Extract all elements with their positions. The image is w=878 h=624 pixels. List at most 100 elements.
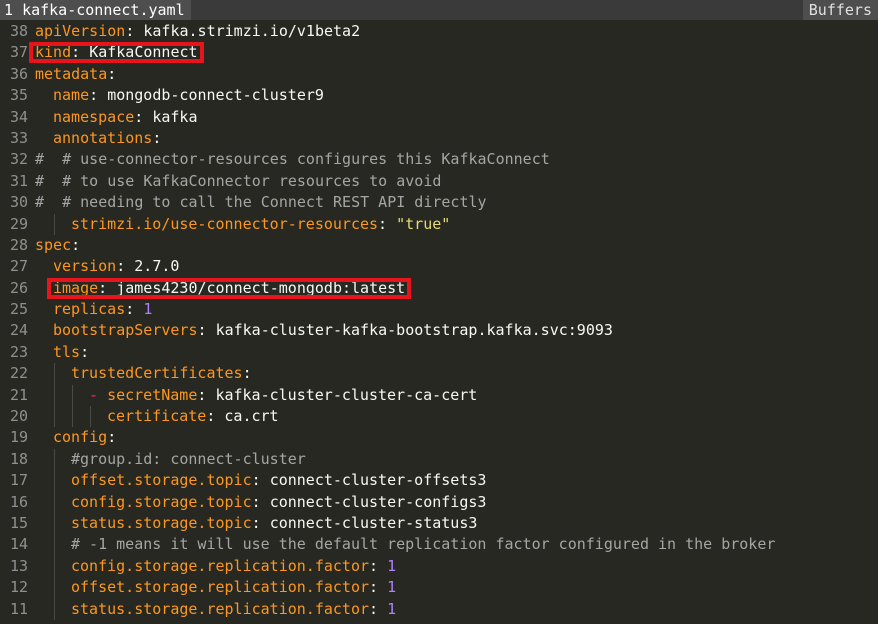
code-content: name: mongodb-connect-cluster9 <box>53 86 324 104</box>
line-number: 36 <box>9 64 28 83</box>
line-number: 38 <box>9 22 28 40</box>
code-line[interactable]: 31 # # to use KafkaConnector resources to… <box>0 171 878 192</box>
code-line[interactable]: 37 kind: KafkaConnect <box>0 42 878 63</box>
code-content: config.storage.replication.factor: 1 <box>71 557 396 575</box>
token-cmt: # -1 means it will use the default repli… <box>71 535 776 554</box>
code-line[interactable]: 29 strimzi.io/use-connector-resources: "t… <box>0 213 878 236</box>
code-line[interactable]: 15 status.storage.topic: connect-cluster-… <box>0 512 878 535</box>
token-punct: : <box>369 556 388 575</box>
code-buffer[interactable]: 38 apiVersion: kafka.strimzi.io/v1beta2 37… <box>0 21 878 621</box>
token-punct: : <box>369 578 388 597</box>
indent-guide <box>53 491 71 514</box>
indent-guide <box>53 555 71 578</box>
code-line[interactable]: 27 version: 2.7.0 <box>0 256 878 277</box>
token-punct: : <box>197 321 216 340</box>
code-content: offset.storage.topic: connect-cluster-of… <box>71 471 486 489</box>
code-line[interactable]: 26 image: james4230/connect-mongodb:lates… <box>0 278 878 299</box>
token-num: 1 <box>387 599 397 618</box>
line-number: 31 <box>9 171 28 190</box>
indent-guide <box>89 406 107 428</box>
indent-guide <box>71 406 89 428</box>
code-content: spec: <box>35 236 80 254</box>
code-line[interactable]: 20 certificate: ca.crt <box>0 406 878 428</box>
code-line[interactable]: 23 tls: <box>0 342 878 363</box>
token-val: KafkaConnect <box>89 43 198 62</box>
code-content: apiVersion: kafka.strimzi.io/v1beta2 <box>35 22 360 40</box>
code-text: config.storage.replication.factor: 1 <box>35 555 396 578</box>
indent-guide <box>35 278 53 299</box>
code-content: bootstrapServers: kafka-cluster-kafka-bo… <box>53 321 613 339</box>
indent-guide <box>35 449 53 470</box>
token-key: spec <box>35 235 72 254</box>
token-punct: : <box>206 407 225 426</box>
token-punct: : <box>197 385 216 404</box>
tab-kafka-connect-yaml[interactable]: 1 kafka-connect.yaml <box>0 0 191 20</box>
token-val: james4230/connect-mongodb:latest <box>116 278 406 297</box>
code-content: metadata: <box>35 65 116 83</box>
code-content: certificate: ca.crt <box>107 407 279 425</box>
indent-guide <box>35 385 53 406</box>
code-line[interactable]: 18 #group.id: connect-cluster <box>0 448 878 471</box>
code-content: #group.id: connect-cluster <box>71 450 306 468</box>
token-val: kafka-cluster-kafka-bootstrap.kafka.svc:… <box>215 321 613 340</box>
token-cmt: # # to use KafkaConnector resources to a… <box>35 171 442 190</box>
code-line[interactable]: 13 config.storage.replication.factor: 1 <box>0 555 878 578</box>
token-cmt: # # use-connector-resources configures t… <box>35 150 550 169</box>
indent-guide <box>53 363 71 386</box>
code-text: replicas: 1 <box>35 299 152 320</box>
code-line[interactable]: 36 metadata: <box>0 64 878 85</box>
token-val: 2.7.0 <box>134 257 180 276</box>
code-text: annotations: <box>35 128 161 149</box>
token-key: trustedCertificates <box>71 364 243 383</box>
code-content: tls: <box>53 343 89 361</box>
code-line[interactable]: 38 apiVersion: kafka.strimzi.io/v1beta2 <box>0 21 878 42</box>
code-content: version: 2.7.0 <box>53 257 179 275</box>
code-line[interactable]: 25 replicas: 1 <box>0 299 878 320</box>
buffers-label[interactable]: Buffers <box>802 0 878 20</box>
indent-guide <box>53 598 71 621</box>
code-text: name: mongodb-connect-cluster9 <box>35 85 324 106</box>
line-number: 15 <box>9 513 28 532</box>
code-line[interactable]: 28 spec: <box>0 235 878 256</box>
indent-guide <box>35 577 53 598</box>
token-punct: : <box>378 214 397 233</box>
code-line[interactable]: 12 offset.storage.replication.factor: 1 <box>0 577 878 599</box>
token-key: offset.storage.replication.factor <box>71 578 370 597</box>
tabline: 1 kafka-connect.yaml Buffers <box>0 0 878 20</box>
line-number: 22 <box>9 364 28 383</box>
code-line[interactable]: 11 status.storage.replication.factor: 1 <box>0 598 878 621</box>
token-key: apiVersion <box>35 22 126 40</box>
code-line[interactable]: 32 # # use-connector-resources configures… <box>0 149 878 170</box>
indent-guide <box>53 213 71 236</box>
token-key: config <box>53 428 108 447</box>
code-line[interactable]: 33 annotations: <box>0 128 878 149</box>
line-number: 17 <box>9 471 28 490</box>
code-line[interactable]: 22 trustedCertificates: <box>0 363 878 386</box>
code-line[interactable]: 14 # -1 means it will use the default rep… <box>0 534 878 557</box>
token-punct: : <box>251 471 270 490</box>
line-number: 27 <box>9 257 28 276</box>
code-content: trustedCertificates: <box>71 364 252 382</box>
code-content: namespace: kafka <box>53 108 198 126</box>
line-number: 24 <box>9 321 28 340</box>
code-line[interactable]: 34 namespace: kafka <box>0 107 878 128</box>
token-key: bootstrapServers <box>53 321 198 340</box>
line-number: 18 <box>9 449 28 468</box>
indent-guide <box>35 342 53 363</box>
code-line[interactable]: 21 - secretName: kafka-cluster-cluster-ca… <box>0 384 878 407</box>
indent-guide <box>53 512 71 535</box>
indent-guide <box>35 128 53 149</box>
code-text: trustedCertificates: <box>35 363 252 386</box>
token-val: kafka <box>152 107 198 126</box>
code-line[interactable]: 30 # # needing to call the Connect REST A… <box>0 192 878 213</box>
token-punct: : <box>369 599 388 618</box>
code-line[interactable]: 35 name: mongodb-connect-cluster9 <box>0 85 878 106</box>
line-number: 25 <box>9 300 28 319</box>
code-line[interactable]: 24 bootstrapServers: kafka-cluster-kafka-… <box>0 320 878 341</box>
code-line[interactable]: 16 config.storage.topic: connect-cluster-… <box>0 491 878 514</box>
code-text: certificate: ca.crt <box>35 406 279 428</box>
indent-guide <box>35 214 53 235</box>
code-text: # # to use KafkaConnector resources to a… <box>35 171 441 192</box>
code-line[interactable]: 19 config: <box>0 427 878 448</box>
code-line[interactable]: 17 offset.storage.topic: connect-cluster-… <box>0 470 878 492</box>
